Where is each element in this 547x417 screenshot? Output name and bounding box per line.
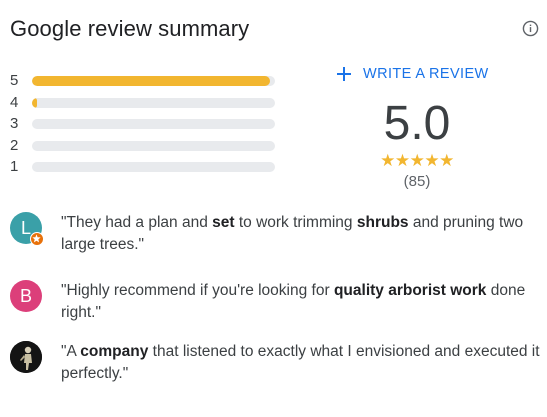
review-text-segment: "Highly recommend if you're looking for bbox=[61, 282, 334, 299]
rating-row-4: 4 bbox=[10, 92, 280, 114]
local-guide-badge-icon bbox=[30, 232, 44, 246]
rating-row-3: 3 bbox=[10, 113, 280, 135]
rating-bar-track bbox=[32, 162, 275, 172]
info-icon[interactable] bbox=[522, 20, 539, 37]
rating-row-5: 5 bbox=[10, 70, 280, 92]
plus-icon bbox=[337, 67, 351, 81]
rating-row-label: 2 bbox=[10, 136, 19, 154]
write-review-label: WRITE A REVIEW bbox=[363, 66, 489, 82]
rating-bar-track bbox=[32, 140, 275, 151]
highlighted-keyword: set bbox=[212, 214, 235, 231]
rating-row-2: 2 bbox=[10, 135, 280, 157]
rating-distribution: 5 4 3 2 1 bbox=[10, 70, 280, 178]
avatar-letter: L bbox=[20, 218, 31, 238]
rating-row-label: 3 bbox=[10, 115, 19, 132]
rating-row-1: 1 bbox=[10, 156, 280, 178]
review-text: "A company that listened to exactly what… bbox=[61, 341, 541, 385]
review-count[interactable]: (85) bbox=[357, 173, 477, 190]
rating-bar-track bbox=[32, 97, 275, 108]
rating-bar-track bbox=[32, 76, 275, 86]
review-text: "They had a plan and set to work trimmin… bbox=[61, 212, 541, 256]
review-text: "Highly recommend if you're looking for … bbox=[61, 280, 541, 324]
person-silhouette-icon bbox=[10, 341, 42, 373]
card-title: Google review summary bbox=[10, 16, 250, 41]
average-rating: 5.0 bbox=[383, 97, 451, 150]
review-text-segment: "A bbox=[61, 343, 81, 360]
rating-row-label: 1 bbox=[10, 158, 19, 175]
review-text-segment: "They had a plan and bbox=[61, 214, 213, 231]
highlighted-keyword: quality arborist work bbox=[333, 282, 487, 299]
rating-bar-fill bbox=[32, 76, 271, 86]
highlighted-keyword: company bbox=[80, 343, 149, 360]
rating-row-label: 5 bbox=[10, 72, 19, 89]
highlighted-keyword: shrubs bbox=[356, 214, 409, 231]
avatar-letter: B bbox=[19, 286, 32, 306]
review-text-segment: to work trimming bbox=[234, 214, 357, 231]
star-rating-icon: ★★★★★ bbox=[380, 151, 454, 170]
rating-row-label: 4 bbox=[10, 93, 19, 111]
rating-bar-track bbox=[32, 119, 275, 129]
avatar[interactable] bbox=[10, 341, 42, 373]
avatar[interactable]: B bbox=[10, 280, 42, 312]
rating-bar-fill bbox=[32, 97, 37, 108]
write-review-button[interactable]: WRITE A REVIEW bbox=[336, 66, 489, 82]
